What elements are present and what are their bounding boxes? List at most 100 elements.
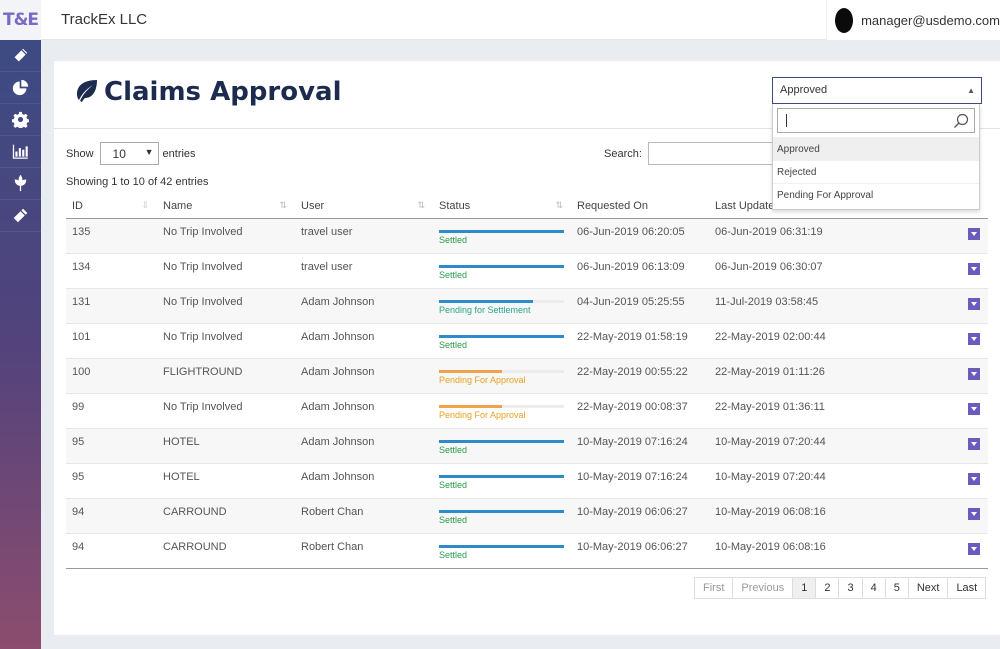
status-text: Settled bbox=[439, 234, 468, 245]
cell-requested: 06-Jun-2019 06:20:05 bbox=[571, 217, 709, 253]
sidebar bbox=[0, 40, 41, 649]
caret-down-icon: ▼ bbox=[144, 147, 154, 157]
sidebar-item-analytics[interactable] bbox=[0, 136, 41, 168]
sort-icon: ⇅ bbox=[555, 200, 563, 210]
company-name: TrackEx LLC bbox=[61, 11, 148, 28]
sidebar-item-tags[interactable] bbox=[0, 200, 41, 232]
search-label: Search: bbox=[604, 147, 642, 160]
table-row: 100 FLIGHTROUND Adam Johnson Pending For Ap… bbox=[66, 357, 988, 393]
cell-status: Settled bbox=[433, 532, 571, 569]
cell-id: 135 bbox=[66, 217, 157, 253]
pagination-page-4[interactable]: 4 bbox=[861, 577, 886, 599]
sidebar-item-settings[interactable] bbox=[0, 104, 41, 136]
cell-updated: 10-May-2019 06:08:16 bbox=[709, 532, 962, 569]
cell-action bbox=[962, 252, 988, 288]
pagination-next[interactable]: Next bbox=[907, 577, 949, 599]
row-action-button[interactable] bbox=[968, 332, 980, 345]
table-row: 95 HOTEL Adam Johnson Settled 10-May-2019 07… bbox=[66, 462, 988, 498]
pagination: First Previous 1 2 3 4 5 Next Last bbox=[694, 577, 987, 599]
cell-id: 101 bbox=[66, 322, 157, 358]
status-progress-fill bbox=[439, 369, 502, 373]
status-text: Settled bbox=[439, 339, 468, 350]
row-action-button[interactable] bbox=[968, 542, 980, 555]
dropdown-option-approved[interactable]: Approved bbox=[773, 137, 979, 160]
column-header-status[interactable]: Status ⇅ bbox=[433, 194, 571, 219]
column-header-label: Last Updated bbox=[715, 199, 781, 212]
row-action-button[interactable] bbox=[968, 227, 980, 240]
cell-updated: 10-May-2019 07:20:44 bbox=[709, 462, 962, 498]
status-filter-value: Approved bbox=[780, 84, 828, 96]
row-action-button[interactable] bbox=[968, 297, 980, 310]
column-header-user[interactable]: User ⇅ bbox=[295, 194, 433, 219]
cell-requested: 10-May-2019 07:16:24 bbox=[571, 427, 709, 463]
leaf-icon bbox=[77, 80, 97, 102]
status-progress-bar bbox=[439, 544, 564, 548]
user-email: manager@usdemo.com bbox=[861, 12, 1000, 28]
pagination-page-2[interactable]: 2 bbox=[815, 577, 840, 599]
cell-updated: 10-May-2019 07:20:44 bbox=[709, 427, 962, 463]
status-text: Settled bbox=[439, 269, 468, 280]
dropdown-option-rejected[interactable]: Rejected bbox=[773, 160, 979, 183]
status-filter-select[interactable]: Approved ▲ bbox=[772, 77, 982, 104]
sort-icon: ⇅ bbox=[417, 200, 425, 210]
pagination-first[interactable]: First bbox=[694, 577, 734, 599]
claims-table: ID ⇩ Name ⇅ User ⇅ Status ⇅ Requested On Las… bbox=[66, 194, 988, 569]
pagination-page-5[interactable]: 5 bbox=[884, 577, 909, 599]
status-progress-bar bbox=[439, 369, 564, 373]
entries-control: Show 10 ▼ entries bbox=[66, 142, 196, 165]
column-header-label: Requested On bbox=[577, 199, 648, 212]
top-bar: T&E TrackEx LLC manager@usdemo.com bbox=[0, 0, 1000, 40]
cell-action bbox=[962, 217, 988, 253]
cell-id: 95 bbox=[66, 427, 157, 463]
status-filter-dropdown: Approved Rejected Pending For Approval bbox=[772, 104, 980, 210]
cell-updated: 06-Jun-2019 06:31:19 bbox=[709, 217, 962, 253]
table-row: 101 No Trip Involved Adam Johnson Settled 22… bbox=[66, 322, 988, 358]
pagination-previous[interactable]: Previous bbox=[732, 577, 794, 599]
row-action-button[interactable] bbox=[968, 437, 980, 450]
status-progress-bar bbox=[439, 264, 564, 268]
table-row: 135 No Trip Involved travel user Settled 06-… bbox=[66, 217, 988, 253]
gear-icon bbox=[12, 111, 29, 128]
cell-name: CARROUND bbox=[157, 497, 295, 533]
row-action-button[interactable] bbox=[968, 262, 980, 275]
entries-select[interactable]: 10 ▼ bbox=[99, 142, 159, 165]
logo[interactable]: T&E bbox=[0, 0, 41, 40]
search-icon bbox=[954, 113, 969, 128]
row-action-button[interactable] bbox=[968, 472, 980, 485]
sidebar-item-claims[interactable] bbox=[0, 40, 41, 72]
pagination-page-3[interactable]: 3 bbox=[838, 577, 863, 599]
sidebar-item-reports[interactable] bbox=[0, 72, 41, 104]
status-progress-bar bbox=[439, 404, 564, 408]
status-text: Settled bbox=[439, 444, 468, 455]
cell-status: Pending For Approval bbox=[433, 392, 571, 428]
column-header-label: Status bbox=[439, 199, 471, 212]
column-header-requested[interactable]: Requested On bbox=[571, 194, 709, 219]
pagination-last[interactable]: Last bbox=[947, 577, 987, 599]
dropdown-search-input[interactable] bbox=[777, 108, 975, 133]
column-header-name[interactable]: Name ⇅ bbox=[157, 194, 295, 219]
cell-requested: 22-May-2019 01:58:19 bbox=[571, 322, 709, 358]
cell-name: FLIGHTROUND bbox=[157, 357, 295, 393]
dropdown-option-pending[interactable]: Pending For Approval bbox=[773, 183, 979, 206]
column-header-label: ID bbox=[72, 199, 83, 212]
column-header-id[interactable]: ID ⇩ bbox=[66, 194, 157, 219]
cell-requested: 22-May-2019 00:55:22 bbox=[571, 357, 709, 393]
sidebar-item-policies[interactable] bbox=[0, 168, 41, 200]
row-action-button[interactable] bbox=[968, 507, 980, 520]
cell-action bbox=[962, 462, 988, 498]
cell-id: 131 bbox=[66, 287, 157, 323]
pagination-page-1[interactable]: 1 bbox=[792, 577, 817, 599]
user-menu[interactable]: manager@usdemo.com bbox=[826, 0, 1000, 40]
row-action-button[interactable] bbox=[968, 402, 980, 415]
table-row: 99 No Trip Involved Adam Johnson Pending Fo… bbox=[66, 392, 988, 428]
sort-icon: ⇅ bbox=[279, 200, 287, 210]
cell-updated: 10-May-2019 06:08:16 bbox=[709, 497, 962, 533]
cell-status: Settled bbox=[433, 497, 571, 533]
caret-up-icon: ▲ bbox=[967, 86, 975, 95]
sort-desc-icon: ⇩ bbox=[141, 200, 149, 210]
row-action-button[interactable] bbox=[968, 367, 980, 380]
column-header-label: Name bbox=[163, 199, 193, 212]
cell-user: Adam Johnson bbox=[295, 287, 433, 323]
cell-user: Adam Johnson bbox=[295, 427, 433, 463]
status-progress-bar bbox=[439, 334, 564, 338]
